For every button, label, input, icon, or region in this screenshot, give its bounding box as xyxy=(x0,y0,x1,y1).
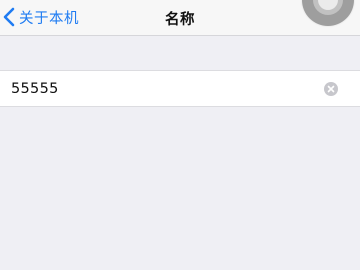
assistive-touch-core xyxy=(318,0,338,10)
name-input[interactable] xyxy=(11,71,311,106)
assistive-touch-ring xyxy=(313,0,343,15)
clear-text-button[interactable] xyxy=(324,82,338,96)
name-field-row xyxy=(0,70,360,107)
clear-x-icon xyxy=(327,85,335,93)
